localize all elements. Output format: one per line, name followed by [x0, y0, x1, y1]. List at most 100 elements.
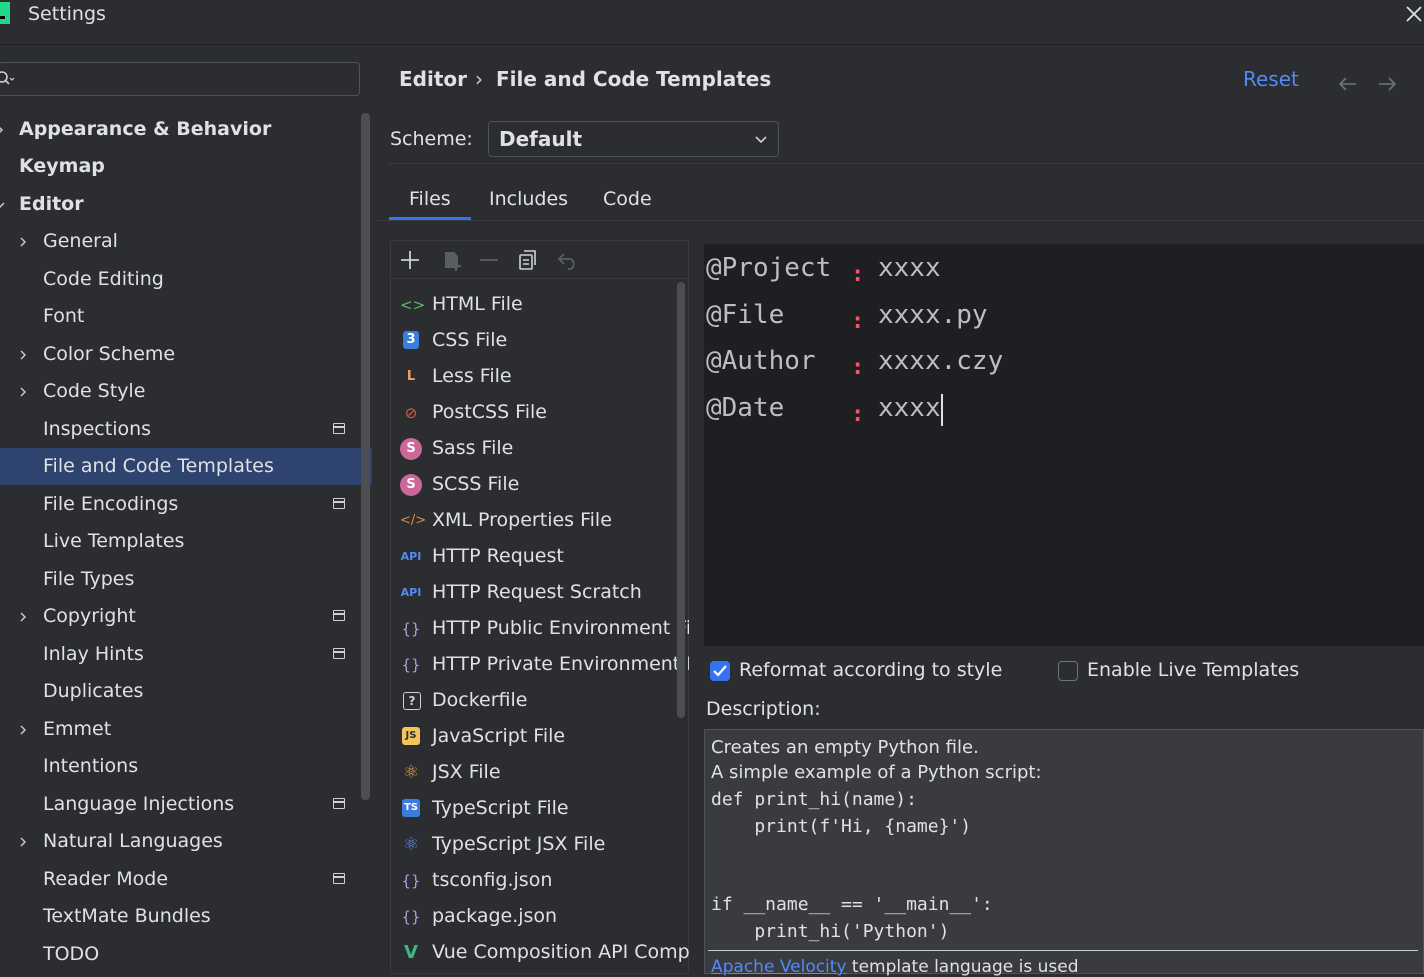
- description-code: print_hi('Python'): [711, 921, 950, 942]
- sidebar-item-file-types[interactable]: File Types: [0, 561, 372, 598]
- scheme-label: Scheme:: [390, 128, 473, 150]
- sidebar-item-intentions[interactable]: Intentions: [0, 748, 372, 785]
- sidebar-item-general[interactable]: General: [0, 223, 372, 260]
- sidebar-item-textmate-bundles[interactable]: TextMate Bundles: [0, 898, 372, 935]
- template-label: HTML File: [432, 293, 523, 315]
- sidebar-item-reader-mode[interactable]: Reader Mode: [0, 861, 372, 898]
- sidebar-item-file-and-code-templates[interactable]: File and Code Templates: [0, 448, 372, 485]
- breadcrumb-parent[interactable]: Editor: [399, 67, 467, 91]
- sidebar-item-label: Intentions: [43, 755, 139, 777]
- sidebar-item-color-scheme[interactable]: Color Scheme: [0, 336, 372, 373]
- copy-icon[interactable]: [516, 248, 540, 272]
- template-http-request[interactable]: API HTTP Request: [400, 538, 689, 574]
- template-html-file[interactable]: <> HTML File: [400, 286, 689, 322]
- sidebar-item-label: Copyright: [43, 605, 136, 627]
- back-arrow-icon[interactable]: [1337, 74, 1359, 94]
- template-label: Vue Composition API Component: [432, 941, 689, 963]
- template-less-file[interactable]: L Less File: [400, 358, 689, 394]
- add-child-template-icon[interactable]: [440, 248, 464, 272]
- tab-code[interactable]: Code: [603, 188, 652, 210]
- editor-value: xxxx.czy: [878, 346, 1004, 376]
- template-http-private-environment-file[interactable]: {} HTTP Private Environment File: [400, 646, 689, 682]
- project-level-icon: [333, 498, 345, 509]
- template-http-public-environment-file[interactable]: {} HTTP Public Environment File: [400, 610, 689, 646]
- add-icon[interactable]: [398, 248, 422, 272]
- apache-velocity-link[interactable]: Apache Velocity: [711, 957, 847, 977]
- template-css-file[interactable]: 3 CSS File: [400, 322, 689, 358]
- templates-list-scrollbar[interactable]: [677, 282, 685, 718]
- react-icon: ⚛: [402, 834, 420, 855]
- project-level-icon: [333, 423, 345, 434]
- sidebar-item-label: TODO: [43, 943, 100, 965]
- sidebar-item-label: TextMate Bundles: [43, 905, 211, 927]
- close-icon[interactable]: [1404, 4, 1424, 24]
- editor-separator: :: [851, 262, 865, 287]
- template-tsconfig-json[interactable]: {} tsconfig.json: [400, 862, 689, 898]
- template-label: HTTP Request Scratch: [432, 581, 642, 603]
- sidebar-item-label: Editor: [19, 193, 84, 215]
- description-code: if __name__ == '__main__':: [711, 894, 993, 915]
- divider: [390, 278, 689, 279]
- sidebar-item-todo[interactable]: TODO: [0, 936, 372, 973]
- sidebar-item-emmet[interactable]: Emmet: [0, 711, 372, 748]
- template-scss-file[interactable]: S SCSS File: [400, 466, 689, 502]
- forward-arrow-icon[interactable]: [1376, 74, 1398, 94]
- sidebar-item-appearance-behavior[interactable]: Appearance & Behavior: [0, 111, 372, 148]
- sidebar-item-keymap[interactable]: Keymap: [0, 148, 372, 185]
- template-javascript-file[interactable]: JS JavaScript File: [400, 718, 689, 754]
- sidebar-item-natural-languages[interactable]: Natural Languages: [0, 823, 372, 860]
- template-http-request-scratch[interactable]: API HTTP Request Scratch: [400, 574, 689, 610]
- sidebar-item-font[interactable]: Font: [0, 298, 372, 335]
- remove-icon[interactable]: [477, 248, 501, 272]
- sidebar-item-label: Inspections: [43, 418, 152, 440]
- tab-includes[interactable]: Includes: [489, 188, 568, 210]
- sidebar-item-inlay-hints[interactable]: Inlay Hints: [0, 636, 372, 673]
- sidebar-item-copyright[interactable]: Copyright: [0, 598, 372, 635]
- vue-icon: V: [404, 942, 418, 963]
- sidebar-item-file-encodings[interactable]: File Encodings: [0, 486, 372, 523]
- sidebar-item-inspections[interactable]: Inspections: [0, 411, 372, 448]
- template-dockerfile[interactable]: ? Dockerfile: [400, 682, 689, 718]
- sidebar-item-duplicates[interactable]: Duplicates: [0, 673, 372, 710]
- template-label: JSX File: [432, 761, 501, 783]
- json-file-icon: {}: [401, 656, 421, 674]
- project-level-icon: [333, 648, 345, 659]
- description-footnote: Apache Velocity template language is use…: [711, 957, 1078, 977]
- template-typescript-jsx-file[interactable]: ⚛ TypeScript JSX File: [400, 826, 689, 862]
- sidebar-item-label: File Types: [43, 568, 135, 590]
- sidebar-item-label: Font: [43, 305, 85, 327]
- template-sass-file[interactable]: S Sass File: [400, 430, 689, 466]
- sidebar-item-code-editing[interactable]: Code Editing: [0, 261, 372, 298]
- scheme-value: Default: [499, 127, 583, 151]
- reformat-label[interactable]: Reformat according to style: [739, 659, 1002, 681]
- live-templates-checkbox[interactable]: [1058, 661, 1078, 681]
- template-label: CSS File: [432, 329, 508, 351]
- template-label: tsconfig.json: [432, 869, 553, 891]
- reformat-checkbox[interactable]: [710, 661, 730, 681]
- template-jsx-file[interactable]: ⚛ JSX File: [400, 754, 689, 790]
- search-input[interactable]: [0, 62, 360, 96]
- sidebar-item-live-templates[interactable]: Live Templates: [0, 523, 372, 560]
- template-package-json[interactable]: {} package.json: [400, 898, 689, 934]
- template-label: HTTP Request: [432, 545, 564, 567]
- sidebar-item-label: Code Style: [43, 380, 146, 402]
- sidebar-item-label: Emmet: [43, 718, 112, 740]
- live-templates-label[interactable]: Enable Live Templates: [1087, 659, 1299, 681]
- reset-button[interactable]: Reset: [1243, 67, 1299, 91]
- sidebar-item-label: Duplicates: [43, 680, 144, 702]
- template-editor[interactable]: [704, 244, 1424, 646]
- sidebar-item-editor[interactable]: Editor: [0, 186, 372, 223]
- tab-files[interactable]: Files: [409, 188, 451, 210]
- breadcrumb-current: File and Code Templates: [496, 67, 772, 91]
- xml-file-icon: </>: [400, 513, 427, 528]
- sidebar-item-language-injections[interactable]: Language Injections: [0, 786, 372, 823]
- sidebar-item-label: Keymap: [19, 155, 105, 177]
- reset-to-default-icon[interactable]: [556, 248, 580, 272]
- template-vue-composition-api-component[interactable]: V Vue Composition API Component: [400, 934, 689, 970]
- template-postcss-file[interactable]: ⊘ PostCSS File: [400, 394, 689, 430]
- template-typescript-file[interactable]: TS TypeScript File: [400, 790, 689, 826]
- sidebar-item-code-style[interactable]: Code Style: [0, 373, 372, 410]
- template-label: SCSS File: [432, 473, 520, 495]
- sidebar-scrollbar[interactable]: [361, 113, 370, 800]
- template-xml-properties-file[interactable]: </> XML Properties File: [400, 502, 689, 538]
